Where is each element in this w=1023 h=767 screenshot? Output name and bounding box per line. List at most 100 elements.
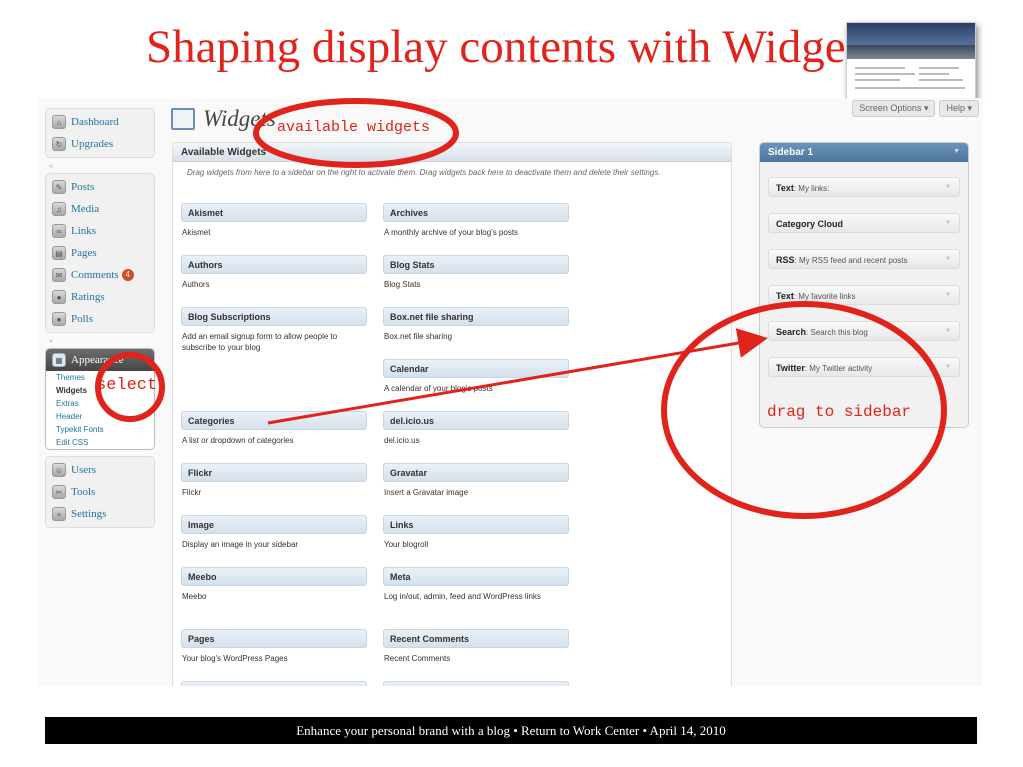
widget-blog-stats[interactable]: Blog Stats Blog Stats [383, 255, 569, 290]
menu-item-appearance[interactable]: ▦ Appearance [46, 349, 154, 371]
widget-partial[interactable] [383, 681, 569, 686]
menu-group-dashboard: ⌂ Dashboard ↻ Upgrades [45, 108, 155, 158]
sidebar-widget-name: Text [776, 291, 794, 301]
widget-del-icio-us[interactable]: del.icio.us del.icio.us [383, 411, 569, 446]
widget-title[interactable]: del.icio.us [383, 411, 569, 430]
menu-item-tools[interactable]: ✂ Tools [46, 481, 154, 503]
widget-title[interactable]: Links [383, 515, 569, 534]
sidebar-widget-name: RSS [776, 255, 795, 265]
widget-title[interactable] [181, 681, 367, 686]
menu-label: Tools [71, 486, 96, 498]
chevron-down-icon[interactable]: ▼ [945, 328, 951, 334]
admin-menu: ⌂ Dashboard ↻ Upgrades « ✎ Posts ♫ Media ∞ Li… [45, 108, 155, 534]
widget-title[interactable]: Image [181, 515, 367, 534]
help-button[interactable]: Help ▾ [939, 100, 979, 117]
widget-flickr[interactable]: Flickr Flickr [181, 463, 367, 498]
widget-calendar[interactable]: Calendar A calendar of your blog's posts [383, 359, 569, 394]
widget-akismet[interactable]: Akismet Akismet [181, 203, 367, 238]
available-widgets-heading[interactable]: Available Widgets [173, 143, 731, 162]
widget-description: Box.net file sharing [384, 332, 453, 341]
sidebar-widget-text-favorites[interactable]: Text: My favorite links ▼ [768, 285, 960, 305]
sidebar-widget-twitter[interactable]: Twitter: My Twitter activity ▼ [768, 357, 960, 377]
menu-item-media[interactable]: ♫ Media [46, 198, 154, 220]
widget-title[interactable]: Meta [383, 567, 569, 586]
widget-meta[interactable]: Meta Log in/out, admin, feed and WordPres… [383, 567, 569, 602]
submenu-item-typekit-fonts[interactable]: Typekit Fonts [46, 423, 154, 436]
menu-item-posts[interactable]: ✎ Posts [46, 176, 154, 198]
sidebar-widget-title: : My favorite links [793, 292, 856, 301]
sidebar-widget-category-cloud[interactable]: Category Cloud ▼ [768, 213, 960, 233]
widget-image[interactable]: Image Display an image in your sidebar [181, 515, 367, 550]
widget-partial[interactable] [181, 681, 367, 686]
widget-recent-comments[interactable]: Recent Comments Recent Comments [383, 629, 569, 664]
menu-separator: « [49, 163, 53, 170]
widget-description: Display an image in your sidebar [182, 540, 299, 549]
widget-description: A monthly archive of your blog's posts [384, 228, 519, 237]
chevron-down-icon[interactable]: ▼ [945, 220, 951, 226]
menu-item-users[interactable]: ☺ Users [46, 459, 154, 481]
menu-label: Posts [71, 181, 95, 193]
widget-links[interactable]: Links Your blogroll [383, 515, 569, 550]
widget-description: Authors [182, 280, 210, 289]
theme-preview-thumbnail [846, 22, 976, 102]
widget-title[interactable] [383, 681, 569, 686]
widget-title[interactable]: Calendar [383, 359, 569, 378]
chevron-down-icon[interactable]: ▼ [945, 256, 951, 262]
media-icon: ♫ [52, 202, 66, 216]
menu-group-content: ✎ Posts ♫ Media ∞ Links ▤ Pages ✉ Comments 4 ●… [45, 173, 155, 333]
widget-archives[interactable]: Archives A monthly archive of your blog's… [383, 203, 569, 238]
widget-meebo[interactable]: Meebo Meebo [181, 567, 367, 602]
sidebar-widget-rss[interactable]: RSS: My RSS feed and recent posts ▼ [768, 249, 960, 269]
wordpress-admin-screen: Screen Options ▾ Help ▾ ⌂ Dashboard ↻ Upgr… [39, 98, 983, 686]
menu-item-upgrades[interactable]: ↻ Upgrades [46, 133, 154, 155]
page-title: Widgets [171, 106, 276, 132]
widget-title[interactable]: Akismet [181, 203, 367, 222]
widget-categories[interactable]: Categories A list or dropdown of categori… [181, 411, 367, 446]
submenu-item-header[interactable]: Header [46, 410, 154, 423]
menu-label: Users [71, 464, 97, 476]
widget-authors[interactable]: Authors Authors [181, 255, 367, 290]
widget-title[interactable]: Meebo [181, 567, 367, 586]
widget-title[interactable]: Archives [383, 203, 569, 222]
chevron-down-icon[interactable]: ▼ [945, 184, 951, 190]
widget-description: del.icio.us [384, 436, 420, 445]
available-widgets-panel: Available Widgets Drag widgets from here… [172, 142, 732, 686]
widget-pages[interactable]: Pages Your blog's WordPress Pages [181, 629, 367, 664]
menu-item-ratings[interactable]: ● Ratings [46, 286, 154, 308]
widget-blog-subscriptions[interactable]: Blog Subscriptions Add an email signup fo… [181, 307, 367, 353]
chevron-down-icon[interactable]: ▼ [945, 364, 951, 370]
widget-title[interactable]: Pages [181, 629, 367, 648]
submenu-item-edit-css[interactable]: Edit CSS [46, 436, 154, 449]
menu-item-links[interactable]: ∞ Links [46, 220, 154, 242]
menu-item-comments[interactable]: ✉ Comments 4 [46, 264, 154, 286]
widget-title[interactable]: Blog Subscriptions [181, 307, 367, 326]
widget-title[interactable]: Authors [181, 255, 367, 274]
chevron-down-icon[interactable]: ▼ [945, 292, 951, 298]
menu-group-admin: ☺ Users ✂ Tools ≡ Settings [45, 456, 155, 528]
widget-description: Your blog's WordPress Pages [182, 654, 288, 663]
widget-box-net-file-sharing[interactable]: Box.net file sharing Box.net file sharing [383, 307, 569, 342]
menu-item-pages[interactable]: ▤ Pages [46, 242, 154, 264]
widget-title[interactable]: Recent Comments [383, 629, 569, 648]
widget-title[interactable]: Categories [181, 411, 367, 430]
widget-description: Insert a Gravatar image [384, 488, 469, 497]
chevron-down-icon[interactable]: ▼ [953, 148, 960, 155]
users-icon: ☺ [52, 463, 66, 477]
widget-title[interactable]: Blog Stats [383, 255, 569, 274]
widget-description: Meebo [182, 592, 207, 601]
screen-options-button[interactable]: Screen Options ▾ [852, 100, 936, 117]
widget-title[interactable]: Flickr [181, 463, 367, 482]
menu-item-polls[interactable]: ● Polls [46, 308, 154, 330]
menu-label: Comments [71, 269, 119, 281]
settings-icon: ≡ [52, 507, 66, 521]
sidebar-widget-search[interactable]: Search: Search this blog ▼ [768, 321, 960, 341]
menu-item-settings[interactable]: ≡ Settings [46, 503, 154, 525]
widget-gravatar[interactable]: Gravatar Insert a Gravatar image [383, 463, 569, 498]
sidebar-1-heading[interactable]: Sidebar 1 ▼ [760, 143, 968, 162]
menu-item-dashboard[interactable]: ⌂ Dashboard [46, 111, 154, 133]
submenu-item-extras[interactable]: Extras [46, 397, 154, 410]
sidebar-widget-text-links[interactable]: Text: My links: ▼ [768, 177, 960, 197]
widget-title[interactable]: Box.net file sharing [383, 307, 569, 326]
ratings-icon: ● [52, 290, 66, 304]
widget-title[interactable]: Gravatar [383, 463, 569, 482]
